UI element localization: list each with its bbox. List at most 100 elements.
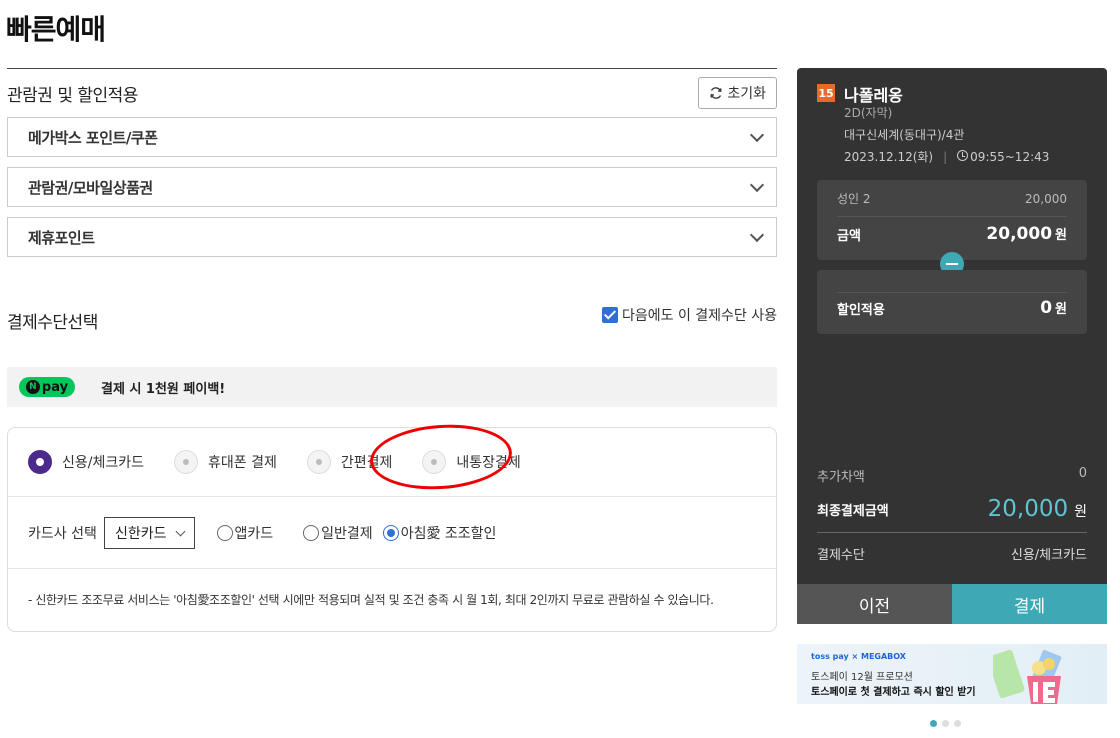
chevron-down-icon	[175, 526, 185, 536]
option-label: 아침愛 조조할인	[400, 525, 497, 542]
popcorn-illustration	[993, 649, 1062, 704]
chevron-down-icon	[749, 127, 765, 143]
show-time: 09:55~12:43	[970, 149, 1050, 164]
show-time-wrap: 09:55~12:43	[957, 149, 1050, 164]
movie-format: 2D(자막)	[844, 106, 893, 120]
method-credit-card[interactable]: 신용/체크카드	[28, 450, 144, 474]
radio-selected-icon[interactable]	[382, 524, 399, 541]
method-mobile[interactable]: 휴대폰 결제	[174, 450, 277, 474]
clock-icon	[957, 149, 969, 161]
currency: 원	[1055, 228, 1067, 243]
currency: 원	[1055, 302, 1067, 317]
payment-method-row: 결제수단 신용/체크카드	[817, 544, 1087, 563]
theater-name: 대구신세계(동대구)/4관	[844, 128, 965, 142]
refresh-icon	[710, 87, 722, 99]
banner-brand: toss pay × MEGABOX	[811, 652, 906, 661]
chevron-down-icon	[749, 227, 765, 243]
method-label: 간편결제	[340, 455, 393, 471]
discount-row: 할인적용 0원	[837, 298, 1067, 318]
card-company-select[interactable]: 신한카드	[104, 516, 195, 549]
discount-label: 할인적용	[837, 302, 885, 318]
option-app-card[interactable]: 앱카드	[216, 523, 274, 543]
npay-promo-bar[interactable]: N pay 결제 시 1천원 페이백!	[7, 367, 777, 407]
payment-method-options: 신용/체크카드 휴대폰 결제 간편결제 내통장결제	[8, 428, 776, 497]
payment-title: 결제수단선택	[7, 312, 98, 333]
amount-value: 20,000	[986, 224, 1053, 244]
extra-label: 추가차액	[817, 470, 865, 485]
accordion-ticket-voucher[interactable]: 관람권/모바일상품권	[7, 167, 777, 207]
npay-promo-text: 결제 시 1천원 페이백!	[101, 381, 226, 397]
reset-label: 초기화	[727, 86, 766, 102]
accordion-megabox-point[interactable]: 메가박스 포인트/쿠폰	[7, 117, 777, 157]
option-label: 일반결제	[321, 525, 373, 542]
price-box: 성인 2 20,000 금액 20,000 원	[817, 180, 1087, 260]
option-general-payment[interactable]: 일반결제	[303, 523, 373, 543]
payment-form: 관람권 및 할인적용 초기화 메가박스 포인트/쿠폰 관람권/모바일상품권 제휴…	[7, 68, 777, 632]
method-label: 내통장결제	[456, 455, 521, 471]
discount-box: 할인적용 0원	[817, 270, 1087, 334]
banner-headline: 토스페이 12월 프로모션	[811, 672, 913, 683]
payment-header: 결제수단선택 다음에도 이 결제수단 사용	[7, 297, 777, 343]
discount-value: 0	[1040, 298, 1053, 318]
final-label: 최종결제금액	[817, 503, 889, 519]
radio-icon[interactable]	[216, 524, 233, 541]
accordion-label: 관람권/모바일상품권	[28, 178, 153, 197]
show-date: 2023.12.12(화)	[844, 150, 934, 164]
card-options-row: 카드사 선택 신한카드 앱카드 일반결제 아침愛 조조할인	[8, 497, 776, 569]
reset-button[interactable]: 초기화	[698, 77, 777, 109]
accordion-label: 제휴포인트	[28, 228, 95, 247]
accordion-label: 메가박스 포인트/쿠폰	[28, 128, 158, 147]
divider	[837, 292, 1067, 293]
method-info-value: 신용/체크카드	[1010, 548, 1087, 563]
divider	[837, 216, 1067, 217]
npay-logo: N pay	[19, 377, 75, 397]
extra-charge-row: 추가차액 0	[817, 466, 1087, 485]
payment-method-box: 신용/체크카드 휴대폰 결제 간편결제 내통장결제 카드사 선택 신한카드 앱카…	[7, 427, 777, 632]
page-title: 빠른예매	[6, 13, 106, 46]
radio-selected-icon[interactable]	[28, 450, 52, 474]
banner-subline: 토스페이로 첫 결제하고 즉시 할인 받기	[811, 687, 976, 698]
extra-value: 0	[1078, 466, 1087, 481]
ticket-label: 성인 2	[837, 192, 871, 206]
option-label: 앱카드	[234, 525, 274, 542]
pagination-dot[interactable]	[954, 720, 961, 727]
method-easy-pay[interactable]: 간편결제	[306, 450, 393, 474]
radio-icon[interactable]	[422, 450, 447, 474]
card-select-label: 카드사 선택	[28, 525, 97, 542]
radio-icon[interactable]	[306, 450, 331, 474]
pagination-dot[interactable]	[942, 720, 949, 727]
divider: |	[943, 149, 948, 164]
discount-header: 관람권 및 할인적용 초기화	[7, 69, 777, 117]
age-rating-badge: 15	[817, 84, 835, 102]
pagination-dot-active[interactable]	[930, 720, 937, 727]
remember-method-checkbox[interactable]: 다음에도 이 결제수단 사용	[601, 305, 777, 325]
amount-value-wrap: 20,000 원	[986, 224, 1067, 244]
amount-label: 금액	[837, 228, 861, 244]
ticket-row: 성인 2 20,000	[837, 190, 1067, 207]
divider	[817, 532, 1087, 533]
radio-icon[interactable]	[174, 450, 198, 474]
card-notice: - 신한카드 조조무료 서비스는 '아침愛조조할인' 선택 시에만 적용되며 실…	[28, 593, 714, 607]
chevron-down-icon	[749, 177, 765, 193]
movie-title: 나폴레옹	[844, 86, 903, 105]
radio-icon[interactable]	[303, 524, 320, 541]
pay-button[interactable]: 결제	[952, 584, 1107, 624]
prev-button[interactable]: 이전	[797, 584, 952, 624]
showtime: 2023.12.12(화) | 09:55~12:43	[844, 148, 1049, 165]
option-morning-discount[interactable]: 아침愛 조조할인	[382, 523, 497, 543]
checkbox-checked-icon[interactable]	[601, 307, 618, 323]
accordion-partner-point[interactable]: 제휴포인트	[7, 217, 777, 257]
tosspay-banner[interactable]: toss pay × MEGABOX 토스페이 12월 프로모션 토스페이로 첫…	[797, 644, 1107, 704]
banner-pagination	[930, 720, 961, 727]
currency: 원	[1074, 504, 1087, 520]
npay-logo-text: pay	[41, 379, 69, 395]
method-bank-account[interactable]: 내통장결제	[422, 450, 521, 474]
method-label: 휴대폰 결제	[208, 455, 277, 471]
ticket-price: 20,000	[1025, 191, 1067, 206]
method-info-label: 결제수단	[817, 548, 865, 563]
selected-card: 신한카드	[115, 525, 167, 542]
discount-title: 관람권 및 할인적용	[7, 85, 138, 106]
final-amount: 20,000	[987, 496, 1069, 522]
final-value-wrap: 20,000 원	[988, 496, 1087, 522]
method-label: 신용/체크카드	[62, 455, 144, 471]
